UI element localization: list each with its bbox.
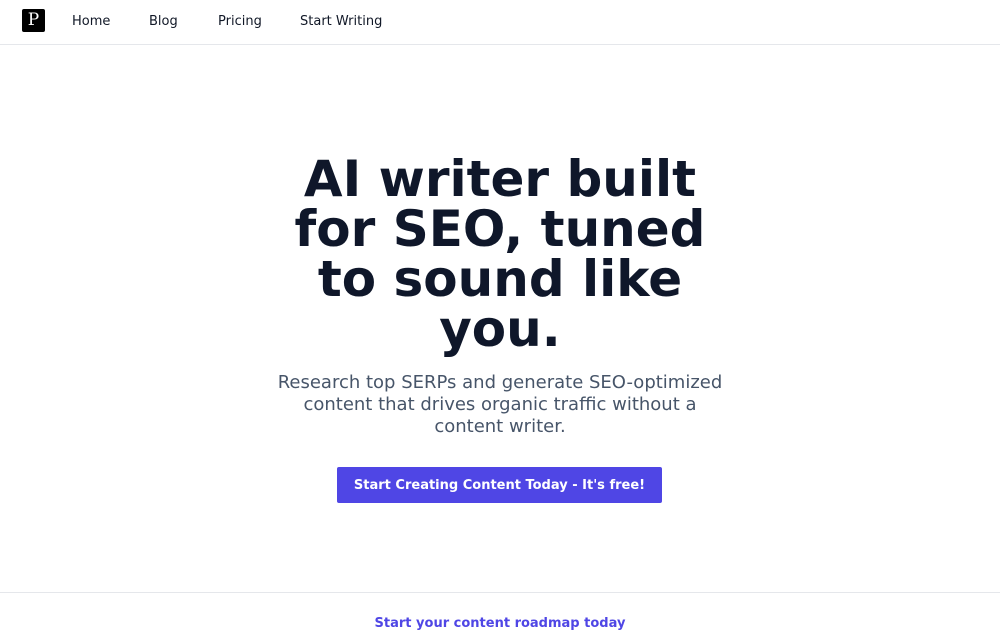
section-divider: [0, 592, 1000, 593]
logo-icon[interactable]: P: [22, 9, 45, 32]
hero-subtitle-line: content writer.: [434, 416, 566, 437]
top-navigation: P Home Blog Pricing Start Writing: [0, 0, 1000, 45]
hero-subtitle-line: Research top SERPs and generate SEO-opti…: [277, 372, 723, 393]
nav-item-home[interactable]: Home: [72, 14, 110, 29]
hero-subtitle: Research top SERPs and generate SEO-opti…: [0, 372, 1000, 438]
logo-letter: P: [27, 10, 40, 30]
hero-title: AI writer built for SEO, tuned to sound …: [0, 154, 1000, 354]
nav-item-blog[interactable]: Blog: [149, 14, 178, 29]
hero-title-line: AI writer built: [303, 150, 697, 208]
content-roadmap-link[interactable]: Start your content roadmap today: [0, 616, 1000, 631]
hero-title-line: you.: [439, 300, 561, 358]
start-creating-content-button[interactable]: Start Creating Content Today - It's free…: [337, 467, 662, 503]
hero-title-line: for SEO, tuned: [294, 200, 706, 258]
nav-item-pricing[interactable]: Pricing: [218, 14, 262, 29]
nav-item-start-writing[interactable]: Start Writing: [300, 14, 382, 29]
hero-subtitle-line: content that drives organic traffic with…: [303, 394, 697, 415]
hero-title-line: to sound like: [317, 250, 683, 308]
